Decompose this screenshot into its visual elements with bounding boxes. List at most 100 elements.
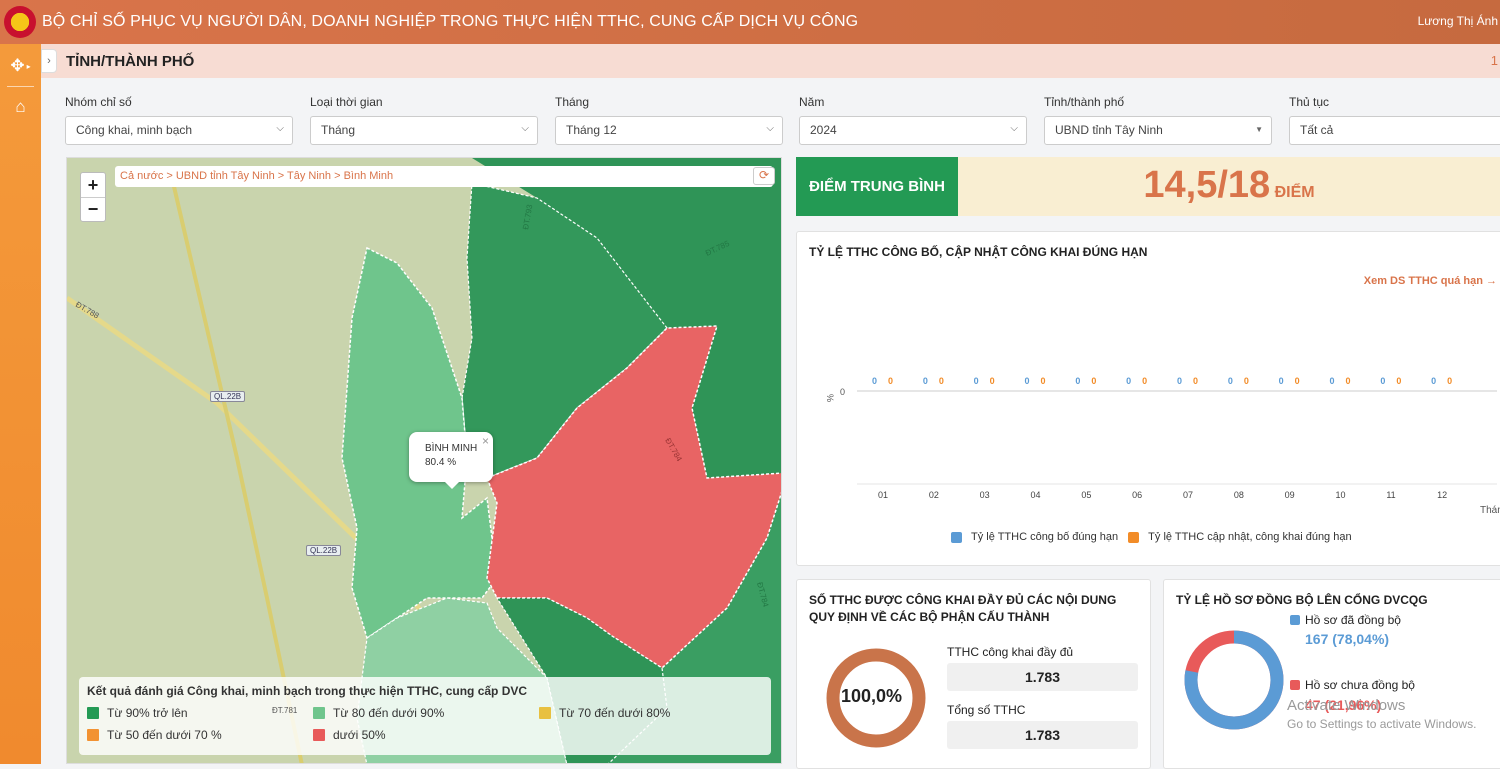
user-name[interactable]: Lương Thị Ánh [1418, 14, 1498, 28]
legend-swatch [539, 707, 551, 719]
x-axis-title: Tháng [1480, 505, 1500, 516]
x-tick-label: 09 [1285, 490, 1295, 500]
completion-percent: 100,0% [841, 686, 903, 706]
map-panel[interactable]: ĐT.788 ĐT.793 ĐT.785 ĐT.784 ĐT.784 QL.22… [66, 157, 782, 764]
card-title: SỐ TTHC ĐƯỢC CÔNG KHAI ĐẦY ĐỦ CÁC NỘI DU… [809, 593, 1117, 607]
legend-swatch [87, 707, 99, 719]
filter-time-type: Loại thời gian Tháng ⌵ [310, 95, 538, 145]
time-type-select[interactable]: Tháng ⌵ [310, 116, 538, 145]
legend-label: Hồ sơ đã đồng bộ [1305, 613, 1401, 627]
legend-swatch [313, 707, 325, 719]
x-tick-label: 06 [1132, 490, 1142, 500]
legend-swatch [1128, 531, 1140, 543]
filter-bar: Nhóm chỉ số Công khai, minh bạch ⌵ Loại t… [65, 95, 1500, 145]
data-label: 0 [1431, 376, 1436, 386]
data-label: 0 [1380, 376, 1385, 386]
x-tick-label: 01 [878, 490, 888, 500]
procedure-select[interactable]: Tất cả [1289, 116, 1500, 145]
filter-year: Năm 2024 ⌵ [799, 95, 1027, 145]
data-label: 0 [1244, 376, 1249, 386]
x-tick-label: 03 [980, 490, 990, 500]
data-label: 0 [1091, 376, 1096, 386]
select-value: Công khai, minh bạch [76, 123, 193, 137]
filter-label: Loại thời gian [310, 95, 383, 109]
move-icon[interactable]: ✥ ▸ [0, 46, 41, 86]
page-header: › TỈNH/THÀNH PHỐ 1 [41, 44, 1500, 78]
sidebar: ✥ ▸ ⌂ [0, 44, 41, 764]
data-label: 0 [1193, 376, 1198, 386]
legend-label: Từ 90% trở lên [107, 706, 188, 720]
x-tick-label: 08 [1234, 490, 1244, 500]
data-label: 0 [1041, 376, 1046, 386]
stat-label: Tổng số TTHC [947, 703, 1026, 717]
legend-item: Hồ sơ chưa đồng bộ [1290, 678, 1415, 692]
legend-label: Từ 50 đến dưới 70 % [107, 728, 222, 742]
bar-chart: %0010 0020 0030 0040 0050 0060 0070 0080 0090 010… [825, 376, 1500, 516]
zoom-out-button[interactable]: − [81, 197, 105, 221]
data-label: 0 [1228, 376, 1233, 386]
road-tag: QL.22B [210, 391, 246, 402]
y-axis-label: % [825, 394, 835, 402]
x-tick-label: 10 [1336, 490, 1346, 500]
average-score-value: 14,5/18 [1143, 164, 1271, 206]
chevron-down-icon: ⌵ [521, 123, 529, 134]
x-tick-label: 02 [929, 490, 939, 500]
month-select[interactable]: Tháng 12 ⌵ [555, 116, 783, 145]
chevron-down-icon: ▼ [1255, 125, 1263, 134]
legend-label: Từ 70 đến dưới 80% [559, 706, 671, 720]
legend-title: Kết quả đánh giá Công khai, minh bạch tr… [87, 684, 528, 698]
select-value: Tháng [321, 123, 356, 137]
stat-label: TTHC công khai đầy đủ [947, 645, 1074, 659]
legend-label: dưới 50% [333, 728, 386, 742]
collapse-toggle-button[interactable]: › [41, 49, 57, 73]
select-value: Tháng 12 [566, 123, 617, 137]
data-label: 0 [1177, 376, 1182, 386]
legend-item: Hồ sơ đã đồng bộ [1290, 613, 1401, 627]
synced-value: 167 (78,04%) [1305, 631, 1390, 647]
map-breadcrumb[interactable]: Cả nước > UBND tỉnh Tây Ninh > Tây Ninh … [115, 166, 773, 187]
top-header: ★ BỘ CHỈ SỐ PHỤC VỤ NGƯỜI DÂN, DOANH NGH… [0, 0, 1500, 44]
filter-indicator-group: Nhóm chỉ số Công khai, minh bạch ⌵ [65, 95, 293, 145]
average-score-unit: ĐIỂM [1274, 184, 1315, 201]
sync-ratio-card: TỶ LỆ HỒ SƠ ĐỒNG BỘ LÊN CỔNG DVCQG Hồ sơ… [1163, 579, 1500, 769]
map-popup: × BÌNH MINH 80.4 % [409, 432, 493, 489]
legend-item: Từ 50 đến dưới 70 % [87, 728, 222, 742]
legend-label: Hồ sơ chưa đồng bộ [1305, 678, 1415, 692]
legend-label: Tỷ lệ TTHC công bố đúng hạn [971, 531, 1119, 543]
legend-item: Từ 90% trở lên [87, 706, 188, 720]
legend-item: Từ 70 đến dưới 80% [539, 706, 670, 720]
select-value: UBND tỉnh Tây Ninh [1055, 123, 1163, 137]
stat-value: 1.783 [947, 721, 1138, 749]
indicator-group-select[interactable]: Công khai, minh bạch ⌵ [65, 116, 293, 145]
timeliness-chart-card: TỶ LỆ TTHC CÔNG BỐ, CẬP NHẬT CÔNG KHAI Đ… [796, 231, 1500, 566]
data-label: 0 [1447, 376, 1452, 386]
stat-value: 1.783 [947, 663, 1138, 691]
x-tick-label: 04 [1031, 490, 1041, 500]
year-select[interactable]: 2024 ⌵ [799, 116, 1027, 145]
card-title: QUY ĐỊNH VỀ CÁC BỘ PHẬN CẤU THÀNH [809, 610, 1050, 624]
filter-province: Tỉnh/thành phố UBND tỉnh Tây Ninh ▼ [1044, 95, 1272, 145]
data-label: 0 [1330, 376, 1335, 386]
activation-watermark-title: Activate Windows [1287, 697, 1406, 714]
x-tick-label: 05 [1081, 490, 1091, 500]
app-title: BỘ CHỈ SỐ PHỤC VỤ NGƯỜI DÂN, DOANH NGHIỆ… [42, 13, 859, 30]
legend-item: dưới 50% [313, 728, 386, 742]
data-label: 0 [1142, 376, 1147, 386]
province-select[interactable]: UBND tỉnh Tây Ninh ▼ [1044, 116, 1272, 145]
data-label: 0 [974, 376, 979, 386]
refresh-icon[interactable]: ⟳ [753, 167, 775, 185]
zoom-in-button[interactable]: + [81, 173, 105, 197]
data-label: 0 [1279, 376, 1284, 386]
average-score-label: ĐIỂM TRUNG BÌNH [796, 157, 958, 216]
filter-label: Tỉnh/thành phố [1044, 95, 1125, 109]
page-right-number: 1 [1490, 53, 1498, 68]
legend-label: Từ 80 đến dưới 90% [333, 706, 445, 720]
data-label: 0 [990, 376, 995, 386]
filter-label: Năm [799, 95, 825, 109]
data-label: 0 [1126, 376, 1131, 386]
legend-item: Từ 80 đến dưới 90% [313, 706, 444, 720]
legend-swatch [313, 729, 325, 741]
home-icon[interactable]: ⌂ [0, 87, 41, 127]
popup-region-value: 80.4 % [425, 457, 457, 468]
close-icon[interactable]: × [482, 434, 489, 448]
